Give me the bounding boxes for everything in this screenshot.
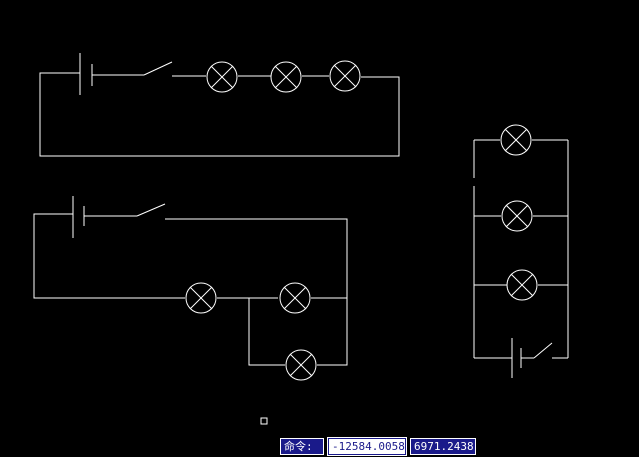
coordinate-y-input[interactable]: 6971.2438 xyxy=(410,438,476,455)
series-circuit[interactable] xyxy=(39,53,400,157)
lamp-icon xyxy=(329,60,361,92)
wire xyxy=(248,298,285,366)
lamp-icon xyxy=(279,282,311,314)
command-label: 命令: xyxy=(280,438,324,455)
lamp-icon xyxy=(270,61,302,93)
lamp-icon xyxy=(500,124,532,156)
command-bar: 命令: -12584.0058 6971.2438 xyxy=(280,437,476,456)
lamp-icon xyxy=(185,282,217,314)
wire xyxy=(33,213,185,299)
parallel-circuit[interactable] xyxy=(473,124,569,378)
wire xyxy=(165,218,348,366)
mixed-circuit[interactable] xyxy=(33,196,348,381)
coordinate-x-input[interactable]: -12584.0058 xyxy=(327,437,407,456)
lamp-icon xyxy=(501,200,533,232)
switch-icon xyxy=(533,342,553,359)
lamp-icon xyxy=(506,269,538,301)
battery-icon xyxy=(511,338,522,378)
pickbox-cursor-icon xyxy=(260,417,268,425)
switch-icon xyxy=(143,61,173,76)
wire xyxy=(39,72,400,157)
lamp-icon xyxy=(285,349,317,381)
lamp-icon xyxy=(206,61,238,93)
drawing-canvas[interactable] xyxy=(0,0,639,457)
battery-icon xyxy=(72,196,85,238)
switch-icon xyxy=(136,203,166,217)
battery-icon xyxy=(79,53,93,95)
